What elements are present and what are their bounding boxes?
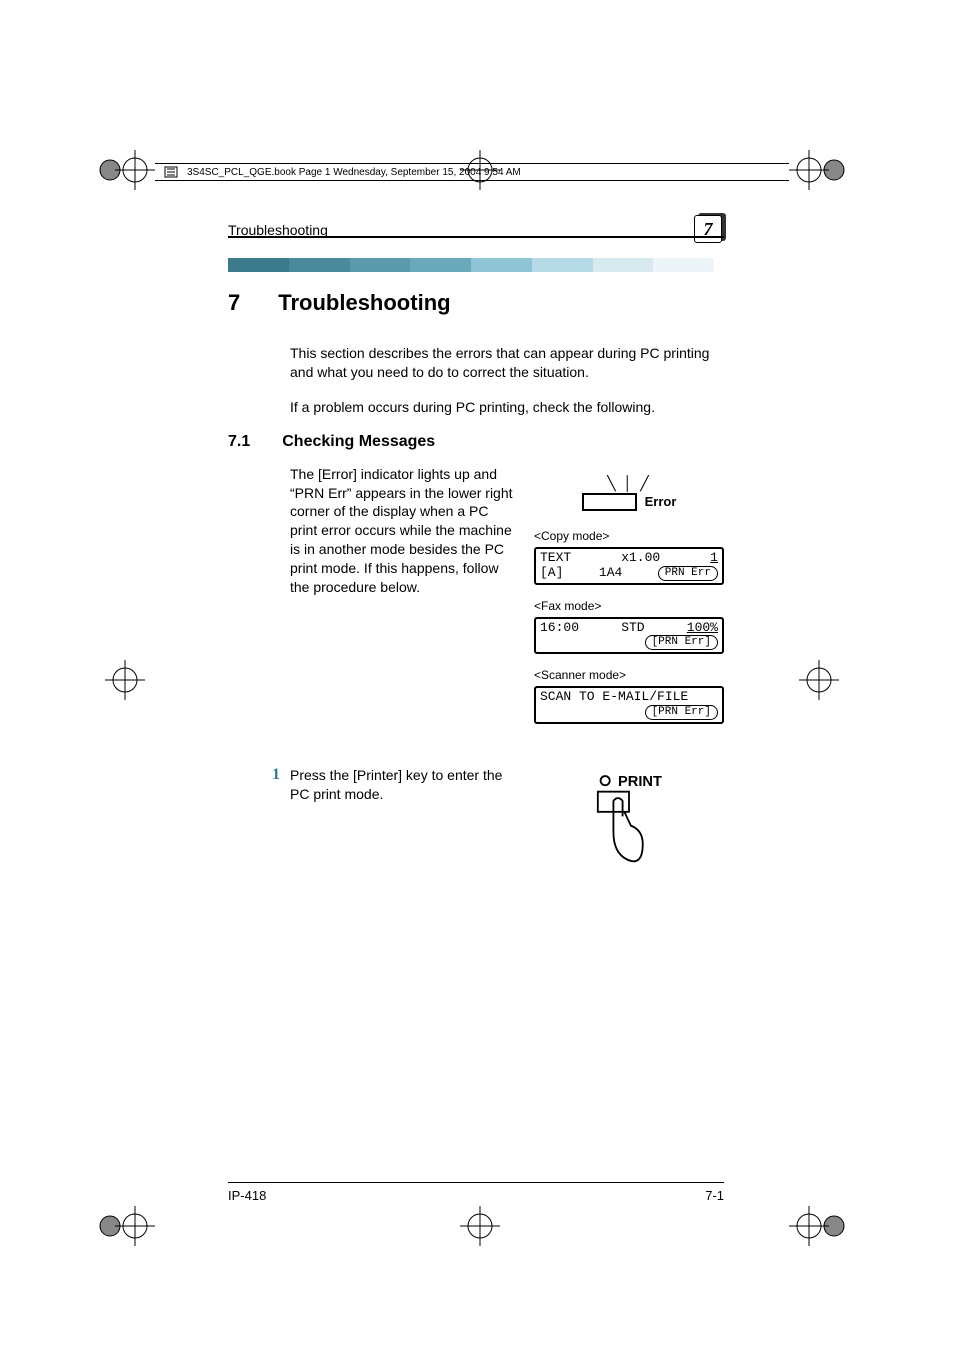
crop-mark-icon bbox=[789, 1196, 849, 1256]
chapter-badge: 7 bbox=[694, 215, 724, 245]
header-rule bbox=[228, 236, 724, 238]
lcd-time: 16:00 bbox=[540, 621, 579, 636]
footer-model: IP-418 bbox=[228, 1188, 266, 1203]
lcd-fax-mode: 16:00 STD 100% [PRN Err] bbox=[534, 617, 724, 655]
lcd-paper: 1A4 bbox=[599, 566, 622, 581]
lcd-scanner-mode: SCAN TO E-MAIL/FILE [PRN Err] bbox=[534, 686, 724, 724]
lcd-prn-err: [PRN Err] bbox=[645, 705, 718, 720]
footer-page: 7-1 bbox=[705, 1188, 724, 1203]
step-text: Press the [Printer] key to enter the PC … bbox=[290, 766, 524, 881]
intro-paragraph-2: If a problem occurs during PC printing, … bbox=[290, 398, 724, 417]
copy-mode-label: <Copy mode> bbox=[534, 529, 724, 543]
file-info-header: 3S4SC_PCL_QGE.book Page 1 Wednesday, Sep… bbox=[155, 163, 789, 181]
error-label: Error bbox=[645, 494, 677, 509]
indicator-box-icon bbox=[582, 493, 637, 511]
section-num: 7.1 bbox=[228, 433, 250, 451]
chapter-num: 7 bbox=[228, 290, 240, 316]
lcd-copy-mode: TEXT x1.00 1 [A] 1A4 PRN Err bbox=[534, 547, 724, 585]
crop-mark-icon bbox=[95, 1196, 155, 1256]
step-number: 1 bbox=[228, 766, 280, 881]
lcd-text: TEXT bbox=[540, 551, 571, 566]
scanner-mode-label: <Scanner mode> bbox=[534, 668, 724, 682]
lcd-std: STD bbox=[621, 621, 644, 636]
heading-1: 7 Troubleshooting bbox=[228, 290, 724, 316]
lcd-prn-err: [PRN Err] bbox=[645, 635, 718, 650]
lcd-tray: [A] bbox=[540, 566, 563, 581]
lcd-prn-err: PRN Err bbox=[658, 566, 718, 581]
section-title: Checking Messages bbox=[282, 433, 435, 451]
section-paragraph: The [Error] indicator lights up and “PRN… bbox=[290, 465, 514, 597]
crop-mark-icon bbox=[95, 650, 155, 710]
print-button-diagram: PRINT bbox=[574, 766, 684, 881]
crop-mark-icon bbox=[95, 140, 155, 200]
lcd-zoom: x1.00 bbox=[621, 551, 660, 566]
print-label: PRINT bbox=[618, 774, 662, 790]
lcd-copies: 1 bbox=[710, 551, 718, 566]
crop-mark-icon bbox=[789, 650, 849, 710]
chapter-title: Troubleshooting bbox=[278, 290, 450, 316]
file-info-text: 3S4SC_PCL_QGE.book Page 1 Wednesday, Sep… bbox=[187, 167, 521, 178]
footer-rule bbox=[228, 1182, 724, 1183]
gradient-divider bbox=[228, 258, 714, 272]
crop-mark-icon bbox=[450, 1196, 510, 1256]
heading-2: 7.1 Checking Messages bbox=[228, 433, 724, 451]
lcd-scan-to: SCAN TO E-MAIL/FILE bbox=[540, 690, 688, 705]
chapter-number: 7 bbox=[694, 215, 722, 243]
lcd-pct: 100% bbox=[687, 621, 718, 636]
crop-mark-icon bbox=[789, 140, 849, 200]
error-indicator-diagram: ╲ │ ╱ Error bbox=[534, 475, 724, 511]
fax-mode-label: <Fax mode> bbox=[534, 599, 724, 613]
light-rays-icon: ╲ │ ╱ bbox=[607, 475, 650, 492]
intro-paragraph-1: This section describes the errors that c… bbox=[290, 344, 724, 382]
